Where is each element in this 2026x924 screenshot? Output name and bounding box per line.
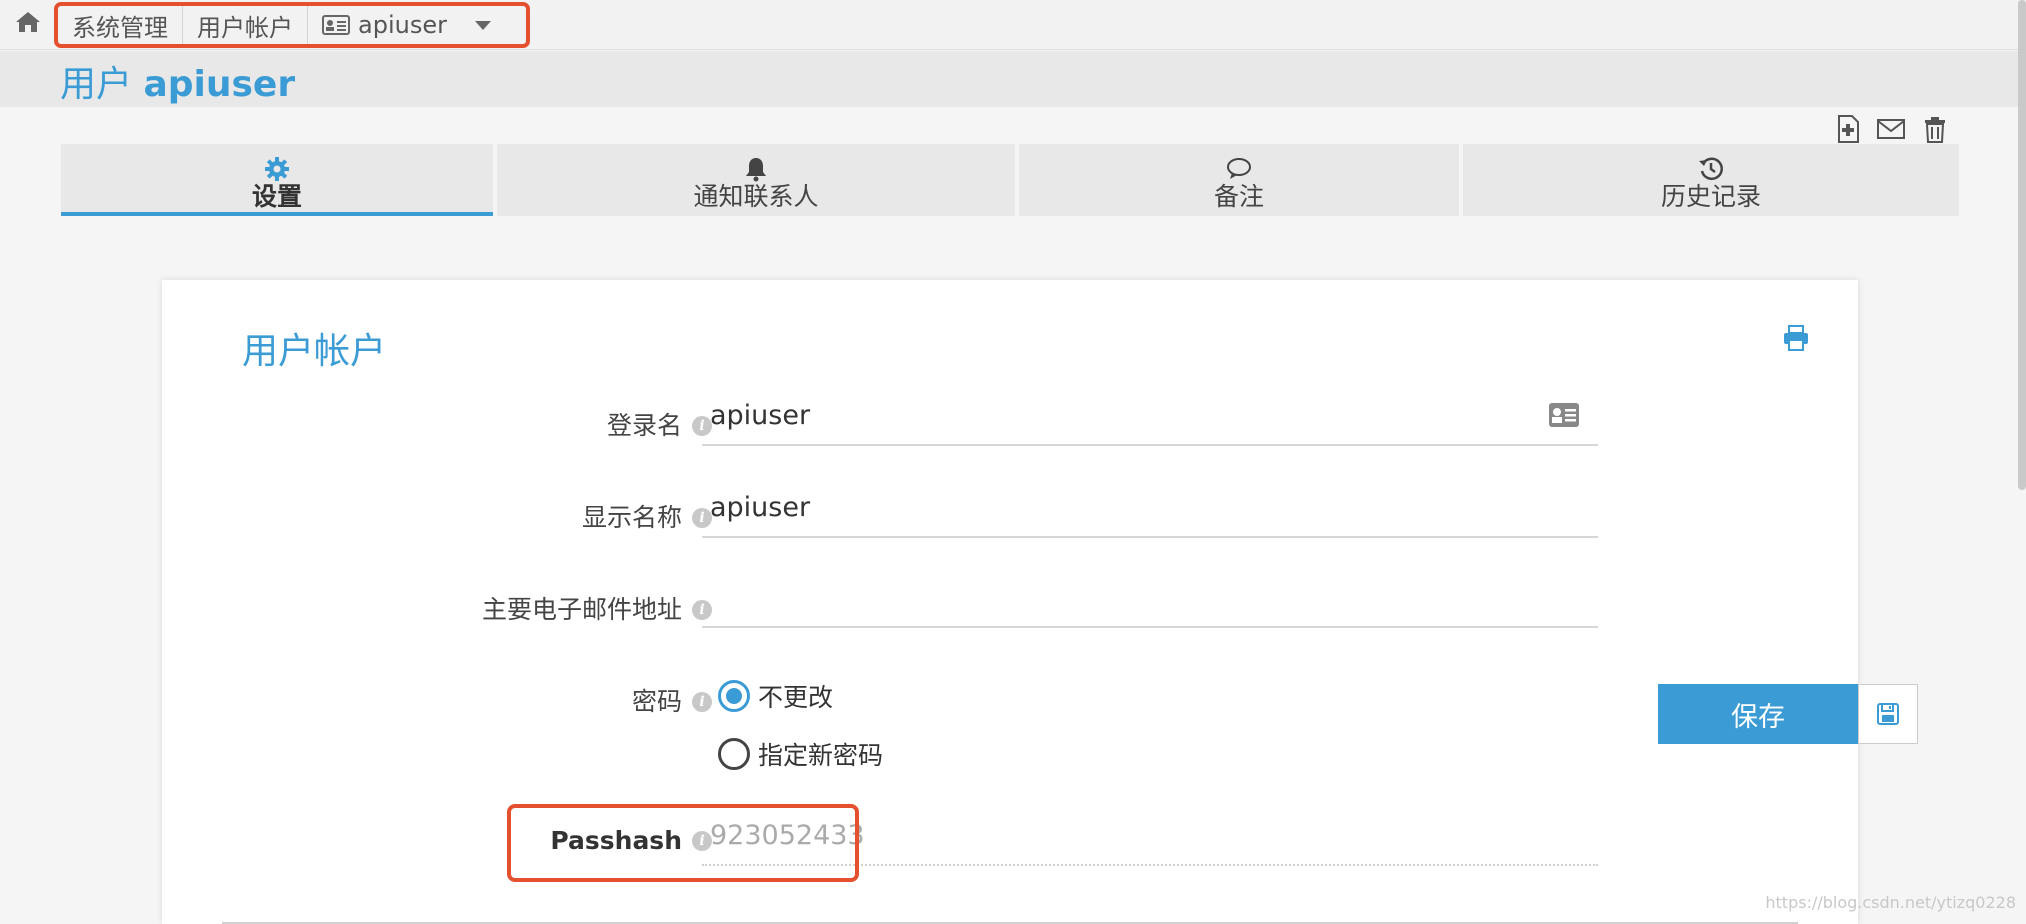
login-name-field[interactable]: apiuser	[702, 390, 1598, 446]
password-label: 密码 i	[632, 682, 712, 718]
history-icon	[1699, 157, 1723, 181]
breadcrumb-item-system-admin[interactable]: 系统管理	[58, 6, 183, 44]
primary-email-label: 主要电子邮件地址 i	[482, 590, 712, 626]
primary-email-field[interactable]	[702, 572, 1598, 628]
tab-label: 历史记录	[1660, 182, 1761, 211]
top-bar: 系统管理 用户帐户 apiuser	[0, 0, 2026, 50]
chevron-down-icon[interactable]	[474, 20, 491, 30]
save-button[interactable]: 保存	[1658, 684, 1858, 744]
tab-label: 备注	[1213, 182, 1264, 211]
page-title-prefix: 用户	[60, 64, 133, 105]
passhash-highlight	[507, 804, 859, 882]
id-card-icon	[322, 15, 350, 35]
display-name-value: apiuser	[710, 492, 811, 523]
password-option-new-label: 指定新密码	[758, 741, 884, 770]
breadcrumb-item-user-accounts[interactable]: 用户帐户	[183, 6, 308, 44]
tab-history[interactable]: 历史记录	[1463, 144, 1959, 216]
save-icon-button[interactable]	[1858, 684, 1918, 744]
tab-notification-contacts[interactable]: 通知联系人	[497, 144, 1015, 216]
tab-notes[interactable]: 备注	[1019, 144, 1459, 216]
display-name-label: 显示名称 i	[582, 498, 712, 534]
info-icon[interactable]: i	[692, 692, 712, 712]
mail-icon[interactable]	[1876, 114, 1906, 144]
page-title: 用户 apiuser	[60, 55, 295, 107]
login-name-label-text: 登录名	[606, 411, 682, 440]
page-title-name: apiuser	[143, 64, 296, 105]
home-icon[interactable]	[14, 10, 42, 34]
primary-email-label-text: 主要电子邮件地址	[481, 595, 682, 624]
tab-bar: 设置 通知联系人 备注 历史记录	[61, 144, 1959, 216]
tab-settings[interactable]: 设置	[61, 144, 493, 216]
title-band: 用户 apiuser	[0, 51, 2026, 107]
display-name-field[interactable]: apiuser	[702, 482, 1598, 538]
breadcrumb-item-current-user[interactable]: apiuser	[308, 6, 505, 44]
add-document-icon[interactable]	[1834, 114, 1864, 144]
password-option-keep-label: 不更改	[758, 683, 834, 712]
card-title: 用户帐户	[242, 331, 387, 372]
floppy-disk-icon	[1877, 703, 1899, 725]
tab-label: 通知联系人	[693, 182, 819, 211]
radio-checked-icon	[718, 680, 750, 712]
password-label-text: 密码	[631, 687, 682, 716]
watermark: https://blog.csdn.net/ytizq0228	[1765, 893, 2016, 912]
breadcrumb-current-label: apiuser	[358, 11, 447, 39]
scrollbar[interactable]	[2018, 0, 2026, 490]
password-option-keep[interactable]: 不更改	[718, 678, 833, 714]
bell-icon	[746, 158, 766, 182]
trash-icon[interactable]	[1920, 114, 1950, 144]
id-card-icon	[1549, 403, 1579, 427]
login-name-value: apiuser	[710, 400, 811, 431]
comment-icon	[1227, 158, 1251, 179]
password-option-new[interactable]: 指定新密码	[718, 736, 883, 772]
print-icon[interactable]	[1782, 324, 1810, 352]
radio-unchecked-icon	[718, 738, 750, 770]
gear-icon	[265, 157, 289, 181]
breadcrumb: 系统管理 用户帐户 apiuser	[54, 2, 530, 48]
user-account-card: 用户帐户 登录名 i apiuser 显示名称 i apiuser 主要电子邮件地址…	[162, 280, 1858, 924]
tab-label: 设置	[251, 182, 302, 211]
login-name-label: 登录名 i	[607, 406, 712, 442]
display-name-label-text: 显示名称	[581, 503, 682, 532]
